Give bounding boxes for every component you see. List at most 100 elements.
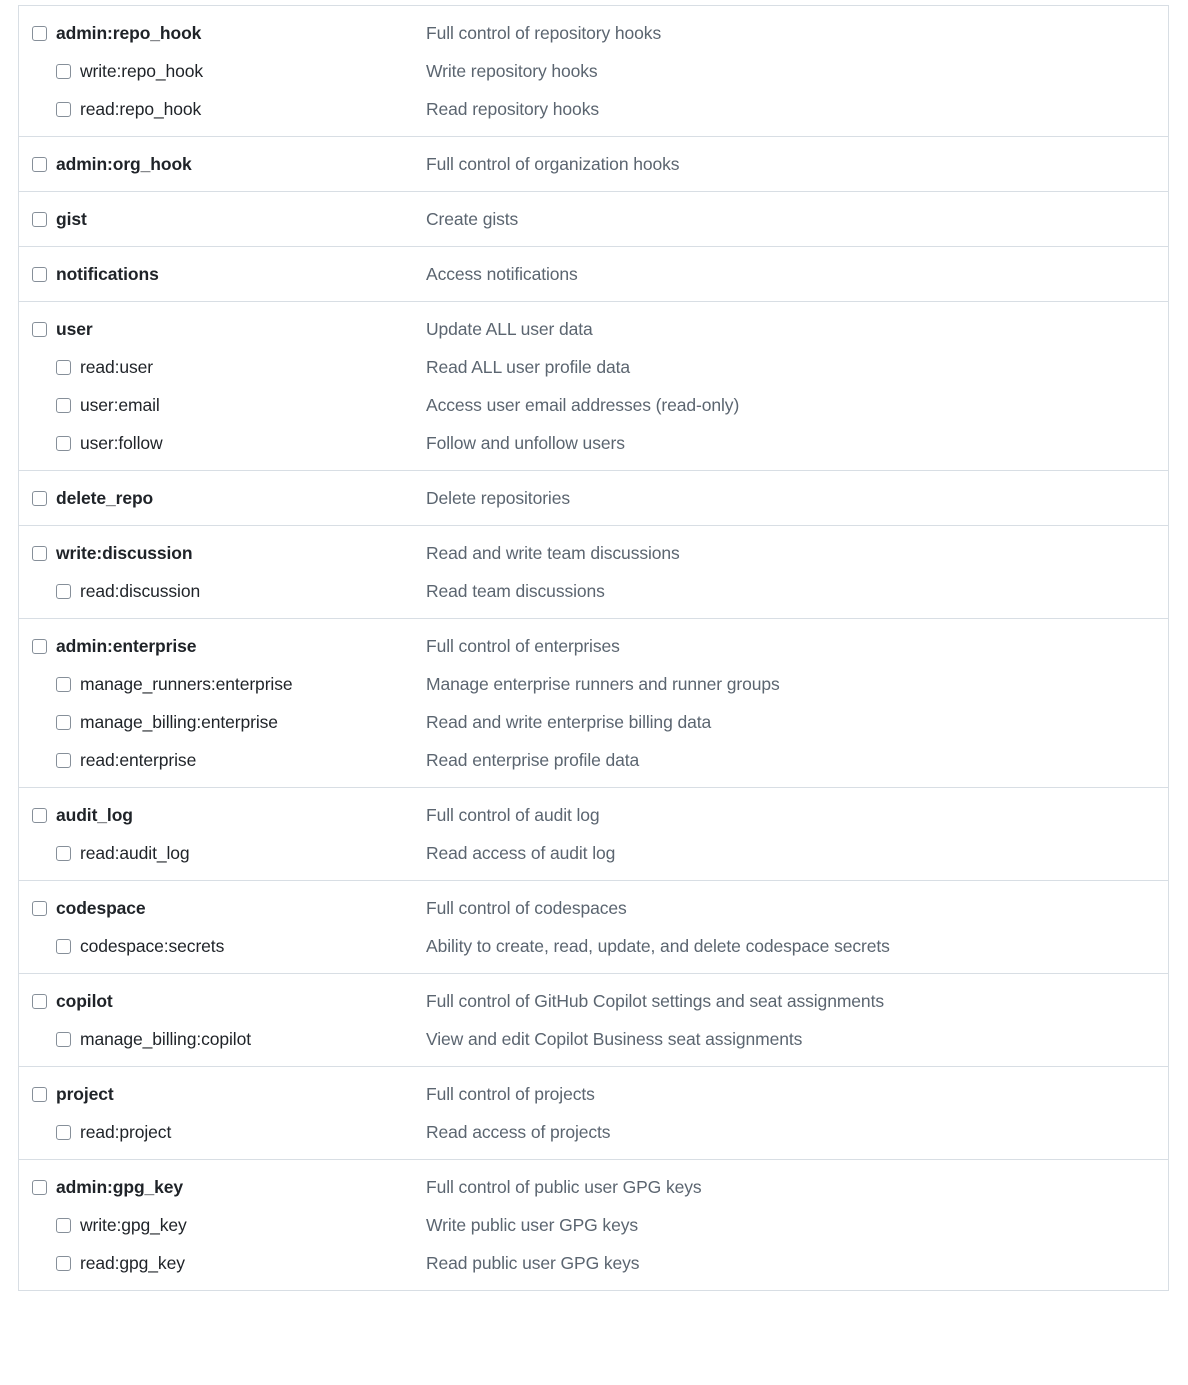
scope-row-parent[interactable]: copilot Full control of GitHub Copilot se… xyxy=(19,982,1168,1020)
checkbox-copilot[interactable] xyxy=(32,993,47,1009)
checkbox-write:discussion[interactable] xyxy=(32,545,47,561)
scope-group: audit_log Full control of audit log read:a… xyxy=(19,788,1168,881)
scope-row-child[interactable]: read:gpg_key Read public user GPG keys xyxy=(19,1244,1168,1282)
scope-row-parent[interactable]: write:discussion Read and write team disc… xyxy=(19,534,1168,572)
checkbox-codespace:secrets[interactable] xyxy=(56,938,71,954)
checkbox-manage_billing:enterprise[interactable] xyxy=(56,714,71,730)
checkbox-notifications[interactable] xyxy=(32,266,47,282)
checkbox-read:enterprise[interactable] xyxy=(56,752,71,768)
checkbox-audit_log[interactable] xyxy=(32,807,47,823)
scope-name-cell: project xyxy=(19,1084,426,1105)
checkbox-manage_runners:enterprise[interactable] xyxy=(56,676,71,692)
scope-name: audit_log xyxy=(56,804,133,825)
scope-name-cell: delete_repo xyxy=(19,488,426,509)
scope-row-child[interactable]: write:gpg_key Write public user GPG keys xyxy=(19,1206,1168,1244)
scope-row-child[interactable]: read:discussion Read team discussions xyxy=(19,572,1168,610)
scope-name: user:follow xyxy=(80,432,163,453)
checkbox-codespace[interactable] xyxy=(32,900,47,916)
scope-row-parent[interactable]: admin:gpg_key Full control of public user… xyxy=(19,1168,1168,1206)
scope-name-cell: write:discussion xyxy=(19,543,426,564)
scope-row-child[interactable]: read:repo_hook Read repository hooks xyxy=(19,90,1168,128)
scope-description: Full control of public user GPG keys xyxy=(426,1176,702,1197)
scope-name: read:user xyxy=(80,356,154,377)
checkbox-delete_repo[interactable] xyxy=(32,490,47,506)
scope-row-child[interactable]: read:audit_log Read access of audit log xyxy=(19,834,1168,872)
scope-row-parent[interactable]: admin:org_hook Full control of organizati… xyxy=(19,145,1168,183)
scope-row-parent[interactable]: notifications Access notifications xyxy=(19,255,1168,293)
scope-row-parent[interactable]: gist Create gists xyxy=(19,200,1168,238)
scope-row-child[interactable]: read:enterprise Read enterprise profile d… xyxy=(19,741,1168,779)
scope-name-cell: copilot xyxy=(19,991,426,1012)
scope-name: user:email xyxy=(80,394,160,415)
scope-name-cell: read:enterprise xyxy=(19,750,426,771)
scope-row-parent[interactable]: admin:enterprise Full control of enterpri… xyxy=(19,627,1168,665)
scope-name-cell: admin:repo_hook xyxy=(19,23,426,44)
checkbox-write:gpg_key[interactable] xyxy=(56,1217,71,1233)
scope-name-cell: user:follow xyxy=(19,433,426,454)
scope-name: delete_repo xyxy=(56,487,154,508)
checkbox-read:discussion[interactable] xyxy=(56,583,71,599)
scope-name-cell: read:audit_log xyxy=(19,843,426,864)
scope-name: read:gpg_key xyxy=(80,1252,185,1273)
scope-row-child[interactable]: read:project Read access of projects xyxy=(19,1113,1168,1151)
scope-name-cell: write:repo_hook xyxy=(19,61,426,82)
scope-description: View and edit Copilot Business seat assi… xyxy=(426,1028,803,1049)
scope-group: copilot Full control of GitHub Copilot se… xyxy=(19,974,1168,1067)
checkbox-read:repo_hook[interactable] xyxy=(56,101,71,117)
scope-name-cell: user:email xyxy=(19,395,426,416)
checkbox-user:follow[interactable] xyxy=(56,435,71,451)
checkbox-manage_billing:copilot[interactable] xyxy=(56,1031,71,1047)
scope-description: Delete repositories xyxy=(426,487,571,508)
scope-row-parent[interactable]: audit_log Full control of audit log xyxy=(19,796,1168,834)
checkbox-read:user[interactable] xyxy=(56,359,71,375)
scope-group: admin:gpg_key Full control of public user… xyxy=(19,1160,1168,1291)
scope-row-child[interactable]: write:repo_hook Write repository hooks xyxy=(19,52,1168,90)
checkbox-write:repo_hook[interactable] xyxy=(56,63,71,79)
checkbox-admin:repo_hook[interactable] xyxy=(32,25,47,41)
scope-name: copilot xyxy=(56,990,113,1011)
scope-group: notifications Access notifications xyxy=(19,247,1168,302)
scope-row-child[interactable]: manage_runners:enterprise Manage enterpri… xyxy=(19,665,1168,703)
scope-row-child[interactable]: user:email Access user email addresses (r… xyxy=(19,386,1168,424)
scope-description: Update ALL user data xyxy=(426,318,593,339)
scope-name: write:gpg_key xyxy=(80,1214,187,1235)
scope-row-child[interactable]: read:user Read ALL user profile data xyxy=(19,348,1168,386)
scope-name-cell: manage_runners:enterprise xyxy=(19,674,426,695)
scope-description: Read and write enterprise billing data xyxy=(426,711,712,732)
scope-name: read:discussion xyxy=(80,580,201,601)
checkbox-admin:org_hook[interactable] xyxy=(32,156,47,172)
scope-name-cell: notifications xyxy=(19,264,426,285)
scope-name: manage_billing:enterprise xyxy=(80,711,278,732)
scope-row-parent[interactable]: delete_repo Delete repositories xyxy=(19,479,1168,517)
scope-description: Full control of organization hooks xyxy=(426,153,680,174)
checkbox-admin:gpg_key[interactable] xyxy=(32,1179,47,1195)
scope-row-child[interactable]: codespace:secrets Ability to create, read… xyxy=(19,927,1168,965)
checkbox-admin:enterprise[interactable] xyxy=(32,638,47,654)
scope-description: Full control of audit log xyxy=(426,804,600,825)
scope-row-parent[interactable]: admin:repo_hook Full control of repositor… xyxy=(19,14,1168,52)
checkbox-user[interactable] xyxy=(32,321,47,337)
scope-description: Full control of projects xyxy=(426,1083,595,1104)
checkbox-read:audit_log[interactable] xyxy=(56,845,71,861)
scope-row-child[interactable]: manage_billing:copilot View and edit Copi… xyxy=(19,1020,1168,1058)
scope-description: Create gists xyxy=(426,208,519,229)
checkbox-user:email[interactable] xyxy=(56,397,71,413)
scope-row-parent[interactable]: codespace Full control of codespaces xyxy=(19,889,1168,927)
scope-description: Manage enterprise runners and runner gro… xyxy=(426,673,780,694)
scope-row-child[interactable]: manage_billing:enterprise Read and write … xyxy=(19,703,1168,741)
scope-row-parent[interactable]: project Full control of projects xyxy=(19,1075,1168,1113)
checkbox-read:gpg_key[interactable] xyxy=(56,1255,71,1271)
scope-description: Read access of audit log xyxy=(426,842,616,863)
scope-row-parent[interactable]: user Update ALL user data xyxy=(19,310,1168,348)
scope-name: admin:repo_hook xyxy=(56,22,202,43)
scope-group: codespace Full control of codespaces codes… xyxy=(19,881,1168,974)
checkbox-gist[interactable] xyxy=(32,211,47,227)
scope-group: user Update ALL user data read:user Read AL… xyxy=(19,302,1168,471)
checkbox-read:project[interactable] xyxy=(56,1124,71,1140)
scope-name: read:repo_hook xyxy=(80,98,202,119)
scope-name: admin:gpg_key xyxy=(56,1176,184,1197)
checkbox-project[interactable] xyxy=(32,1086,47,1102)
scope-row-child[interactable]: user:follow Follow and unfollow users xyxy=(19,424,1168,462)
scope-name-cell: read:project xyxy=(19,1122,426,1143)
scope-name: read:enterprise xyxy=(80,749,197,770)
